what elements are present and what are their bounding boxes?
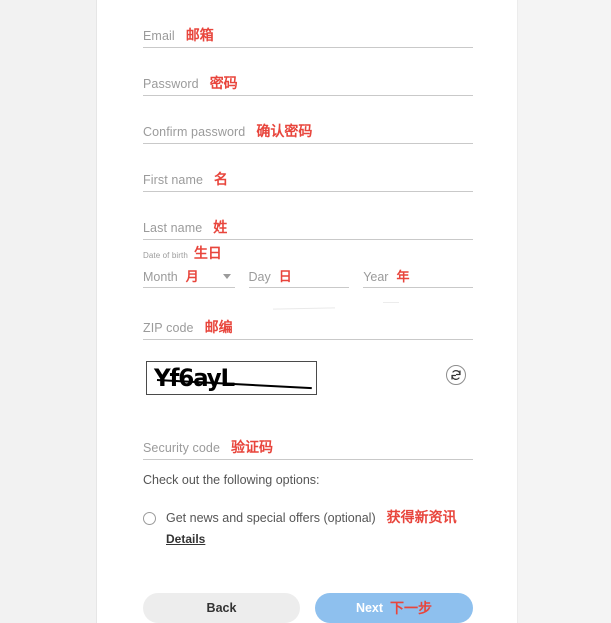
captcha-row: Yf6ayL xyxy=(143,356,473,412)
dob-day-annotation: 日 xyxy=(278,269,292,284)
details-link[interactable]: Details xyxy=(166,532,205,546)
dob-year-input[interactable]: Year 年 xyxy=(363,262,473,288)
back-button[interactable]: Back xyxy=(143,593,300,623)
field-confirm-password-label: Confirm password xyxy=(143,124,246,139)
field-zip-code-label: ZIP code xyxy=(143,320,194,335)
field-confirm-password[interactable]: Confirm password 确认密码 xyxy=(143,96,473,144)
captcha-image: Yf6ayL xyxy=(146,361,317,395)
next-button-annotation: 下一步 xyxy=(390,600,433,616)
date-of-birth-float-label: Date of birth 生日 xyxy=(143,246,222,260)
option-news-offers-body: Get news and special offers (optional) 获… xyxy=(166,510,457,549)
field-first-name[interactable]: First name 名 xyxy=(143,144,473,192)
registration-form: Email 邮箱 Password 密码 Confirm password 确认… xyxy=(143,0,473,548)
radio-unchecked-icon[interactable] xyxy=(143,511,156,525)
dob-month-label: Month xyxy=(143,269,178,284)
field-date-of-birth: Date of birth 生日 Month 月 Day 日 Year 年 xyxy=(143,240,473,288)
dob-year-annotation: 年 xyxy=(396,269,410,284)
left-gutter xyxy=(0,0,97,623)
dob-month-annotation: 月 xyxy=(185,269,199,284)
field-zip-code[interactable]: ZIP code 邮编 xyxy=(143,292,473,340)
field-last-name-annotation: 姓 xyxy=(213,219,228,235)
refresh-icon xyxy=(451,370,461,380)
field-password-annotation: 密码 xyxy=(209,75,238,91)
form-card: Email 邮箱 Password 密码 Confirm password 确认… xyxy=(97,0,517,623)
refresh-captcha-button[interactable] xyxy=(446,365,466,385)
date-of-birth-annotation: 生日 xyxy=(193,245,222,261)
field-first-name-annotation: 名 xyxy=(214,171,229,187)
field-email-label: Email xyxy=(143,28,175,43)
option-news-offers-label: Get news and special offers (optional) xyxy=(166,510,376,525)
dob-day-label: Day xyxy=(248,269,271,284)
render-artifact xyxy=(272,307,336,310)
option-news-offers-label-line: Get news and special offers (optional) 获… xyxy=(166,510,457,525)
field-security-code-annotation: 验证码 xyxy=(231,439,274,455)
options-heading: Check out the following options: xyxy=(143,473,320,487)
dob-month-select[interactable]: Month 月 xyxy=(143,262,235,288)
field-password-label: Password xyxy=(143,76,199,91)
field-last-name[interactable]: Last name 姓 xyxy=(143,192,473,240)
next-button[interactable]: Next 下一步 xyxy=(315,593,473,623)
field-zip-code-annotation: 邮编 xyxy=(204,319,233,335)
field-security-code[interactable]: Security code 验证码 xyxy=(143,412,473,460)
right-gutter xyxy=(517,0,611,623)
dob-year-label: Year xyxy=(363,269,389,284)
dob-day-input[interactable]: Day 日 xyxy=(248,262,350,288)
field-security-code-label: Security code xyxy=(143,440,221,455)
registration-page: Email 邮箱 Password 密码 Confirm password 确认… xyxy=(0,0,611,623)
field-email[interactable]: Email 邮箱 xyxy=(143,0,473,48)
chevron-down-icon xyxy=(222,274,231,279)
render-artifact xyxy=(383,302,399,303)
field-first-name-label: First name xyxy=(143,172,204,187)
option-news-offers-annotation: 获得新资讯 xyxy=(386,508,457,525)
next-button-label: Next xyxy=(355,601,384,615)
option-news-offers[interactable]: Get news and special offers (optional) 获… xyxy=(143,510,473,549)
date-of-birth-label: Date of birth xyxy=(143,251,188,260)
field-last-name-label: Last name xyxy=(143,220,203,235)
field-confirm-password-annotation: 确认密码 xyxy=(256,123,313,139)
field-password[interactable]: Password 密码 xyxy=(143,48,473,96)
field-email-annotation: 邮箱 xyxy=(185,27,214,43)
form-footer: Back Next 下一步 xyxy=(143,593,473,623)
back-button-label: Back xyxy=(206,601,237,615)
